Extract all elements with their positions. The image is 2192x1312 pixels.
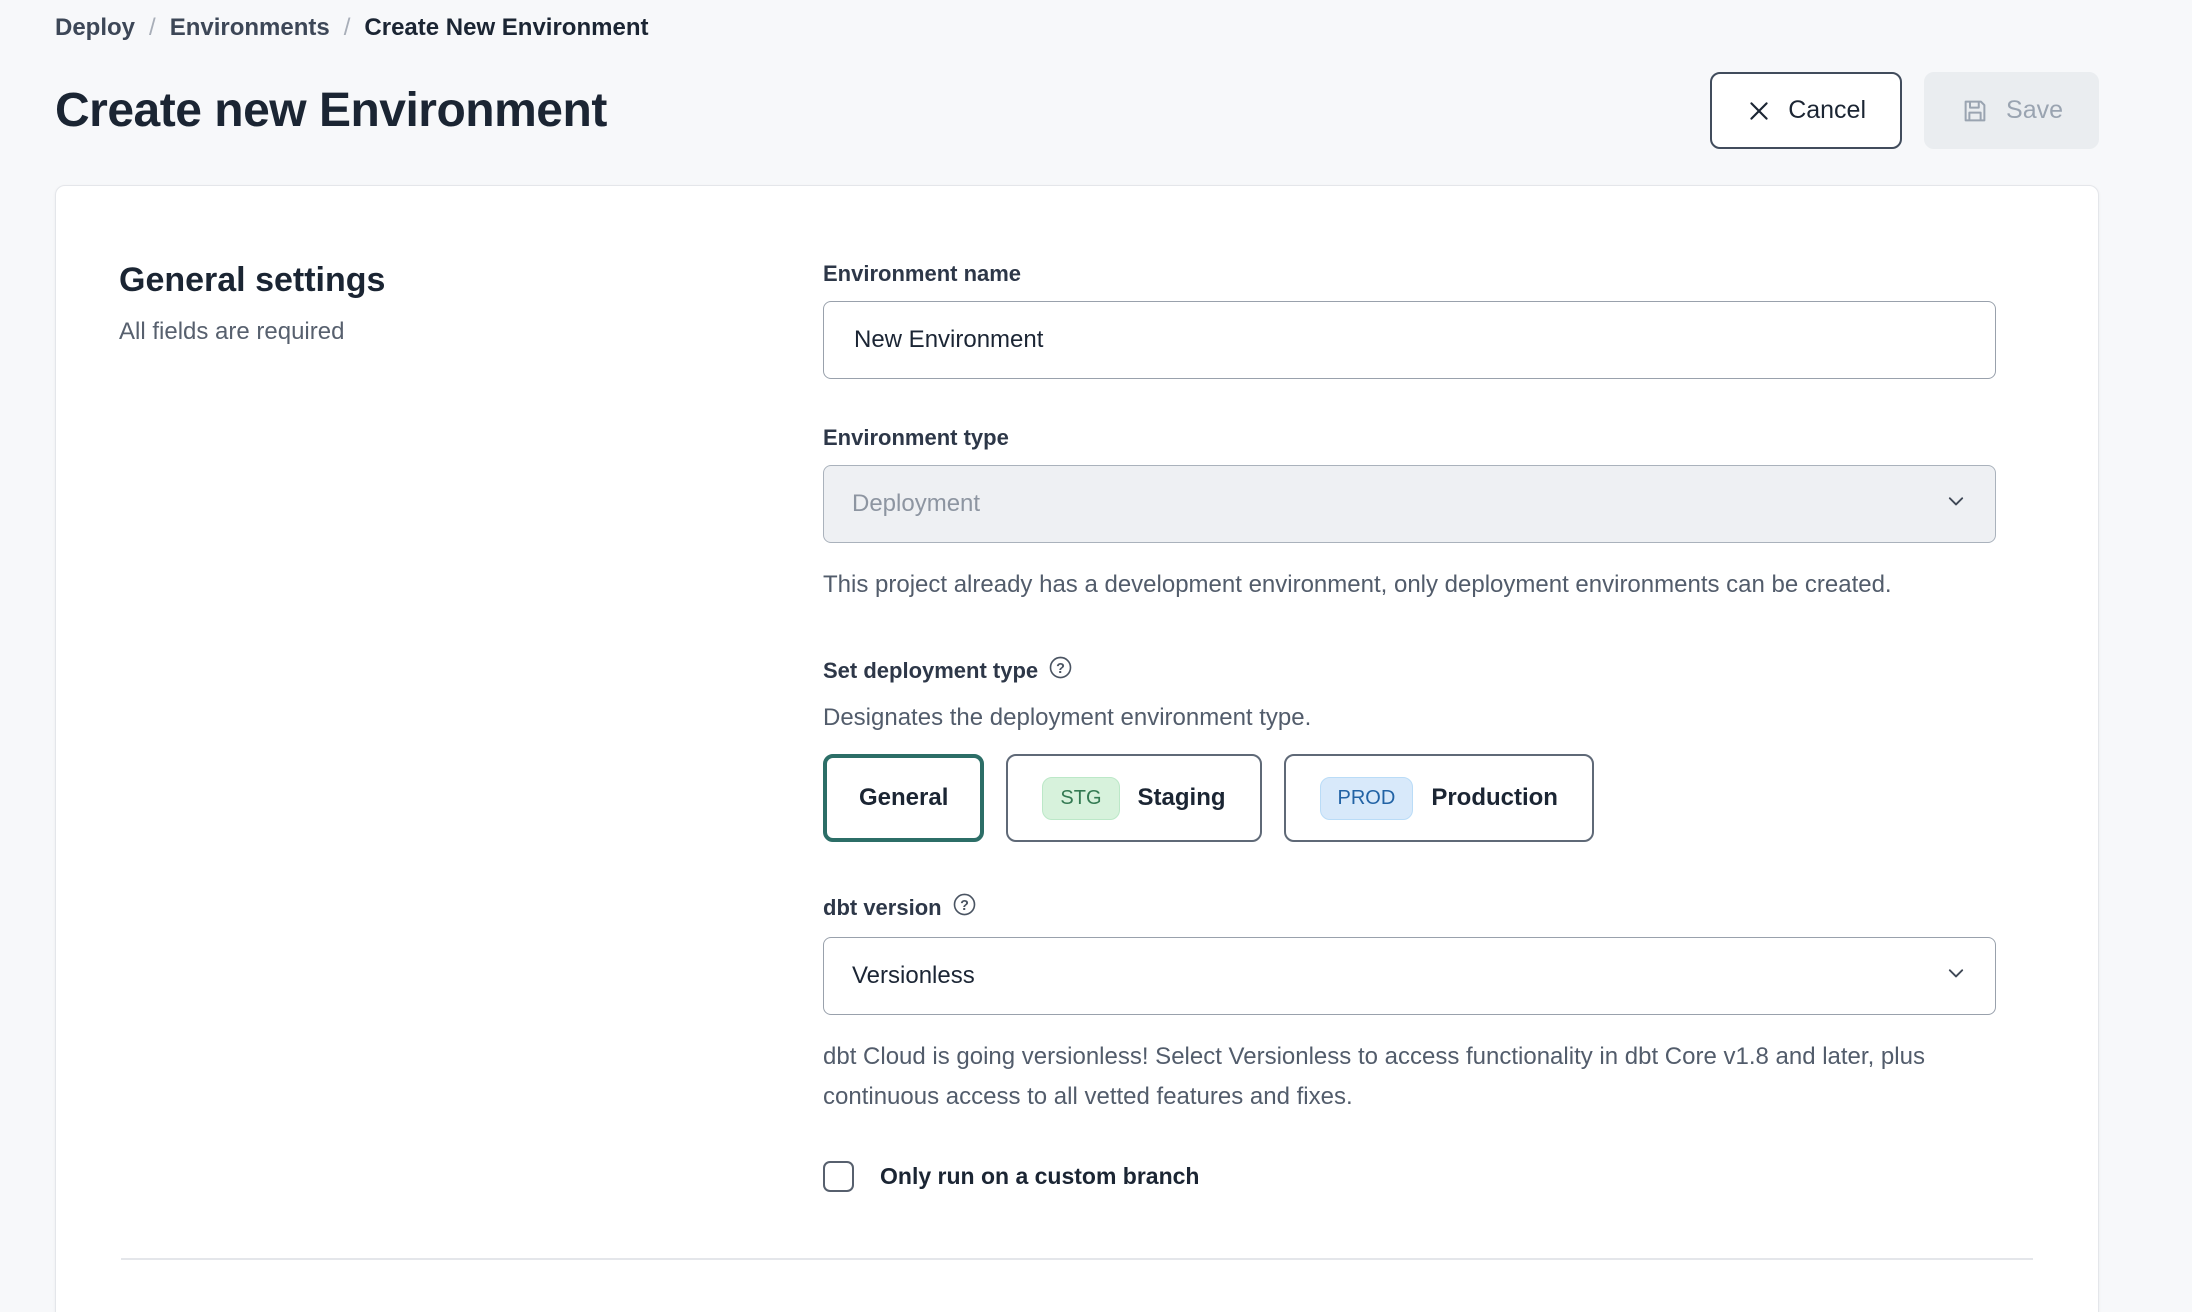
close-icon <box>1746 98 1772 124</box>
prod-badge: PROD <box>1320 777 1414 820</box>
deployment-type-option-general[interactable]: General <box>823 754 984 842</box>
environment-type-select[interactable]: Deployment <box>823 465 1996 543</box>
form-fields: Environment name Environment type Deploy… <box>823 261 1996 1192</box>
custom-branch-checkbox[interactable] <box>823 1161 854 1192</box>
help-icon[interactable]: ? <box>952 892 977 923</box>
page-title: Create new Environment <box>55 83 607 138</box>
deployment-type-label-text: Set deployment type <box>823 658 1038 684</box>
svg-text:?: ? <box>1056 661 1065 677</box>
deployment-type-option-production[interactable]: PROD Production <box>1284 754 1594 842</box>
dbt-version-label-text: dbt version <box>823 895 942 921</box>
deployment-type-options: General STG Staging PROD Production <box>823 754 1996 842</box>
chevron-down-icon <box>1945 962 1967 991</box>
option-staging-label: Staging <box>1138 784 1226 812</box>
save-button[interactable]: Save <box>1924 72 2099 149</box>
floppy-disk-icon <box>1960 96 1990 126</box>
environment-name-label: Environment name <box>823 261 1996 287</box>
breadcrumb-deploy[interactable]: Deploy <box>55 14 135 42</box>
deployment-type-option-staging[interactable]: STG Staging <box>1006 754 1261 842</box>
svg-text:?: ? <box>960 898 969 914</box>
dbt-version-label: dbt version ? <box>823 892 1996 923</box>
section-intro: General settings All fields are required <box>119 261 823 1192</box>
header-actions: Cancel Save <box>1710 72 2099 149</box>
breadcrumb: Deploy / Environments / Create New Envir… <box>55 14 2099 42</box>
stg-badge: STG <box>1042 777 1119 820</box>
dbt-version-value: Versionless <box>852 962 975 990</box>
breadcrumb-separator: / <box>149 14 156 42</box>
chevron-down-icon <box>1945 490 1967 519</box>
custom-branch-label: Only run on a custom branch <box>880 1163 1199 1190</box>
environment-name-input[interactable] <box>823 301 1996 379</box>
cancel-button-label: Cancel <box>1788 96 1866 125</box>
environment-type-value: Deployment <box>852 490 980 518</box>
section-heading: General settings <box>119 261 823 300</box>
cancel-button[interactable]: Cancel <box>1710 72 1902 149</box>
section-divider <box>121 1258 2033 1260</box>
save-button-label: Save <box>2006 96 2063 125</box>
deployment-type-label: Set deployment type ? <box>823 655 1996 686</box>
breadcrumb-environments[interactable]: Environments <box>170 14 330 42</box>
dbt-version-select[interactable]: Versionless <box>823 937 1996 1015</box>
option-production-label: Production <box>1431 784 1558 812</box>
custom-branch-row: Only run on a custom branch <box>823 1161 1996 1192</box>
environment-type-label: Environment type <box>823 425 1996 451</box>
dbt-version-helper: dbt Cloud is going versionless! Select V… <box>823 1037 1996 1117</box>
breadcrumb-separator: / <box>344 14 351 42</box>
page-header: Create new Environment Cancel Save <box>55 72 2099 149</box>
section-subheading: All fields are required <box>119 318 823 346</box>
breadcrumb-create-new-environment: Create New Environment <box>364 14 648 42</box>
help-icon[interactable]: ? <box>1048 655 1073 686</box>
deployment-type-description: Designates the deployment environment ty… <box>823 704 1996 732</box>
create-environment-page: Deploy / Environments / Create New Envir… <box>0 0 2192 1312</box>
general-settings-card: General settings All fields are required… <box>55 185 2099 1312</box>
environment-type-helper: This project already has a development e… <box>823 565 1973 605</box>
option-general-label: General <box>859 784 948 812</box>
